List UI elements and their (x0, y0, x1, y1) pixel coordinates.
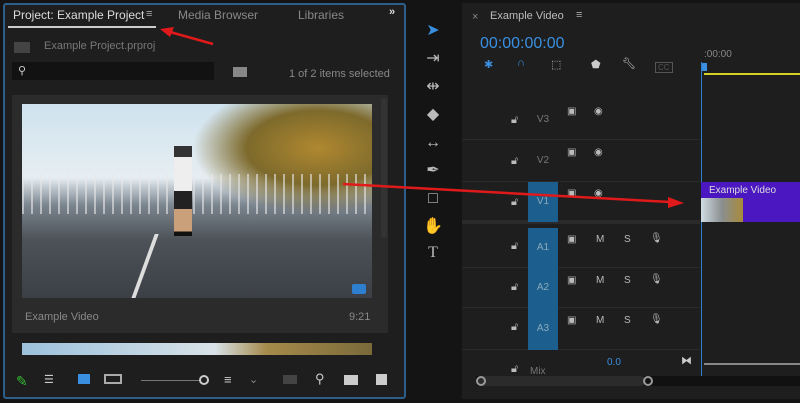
arrowhead (160, 27, 174, 37)
arrowhead (668, 197, 684, 208)
arrow-to-timeline (342, 182, 671, 204)
arrow-to-panel-menu (169, 30, 214, 46)
annotation-arrows (160, 27, 684, 208)
